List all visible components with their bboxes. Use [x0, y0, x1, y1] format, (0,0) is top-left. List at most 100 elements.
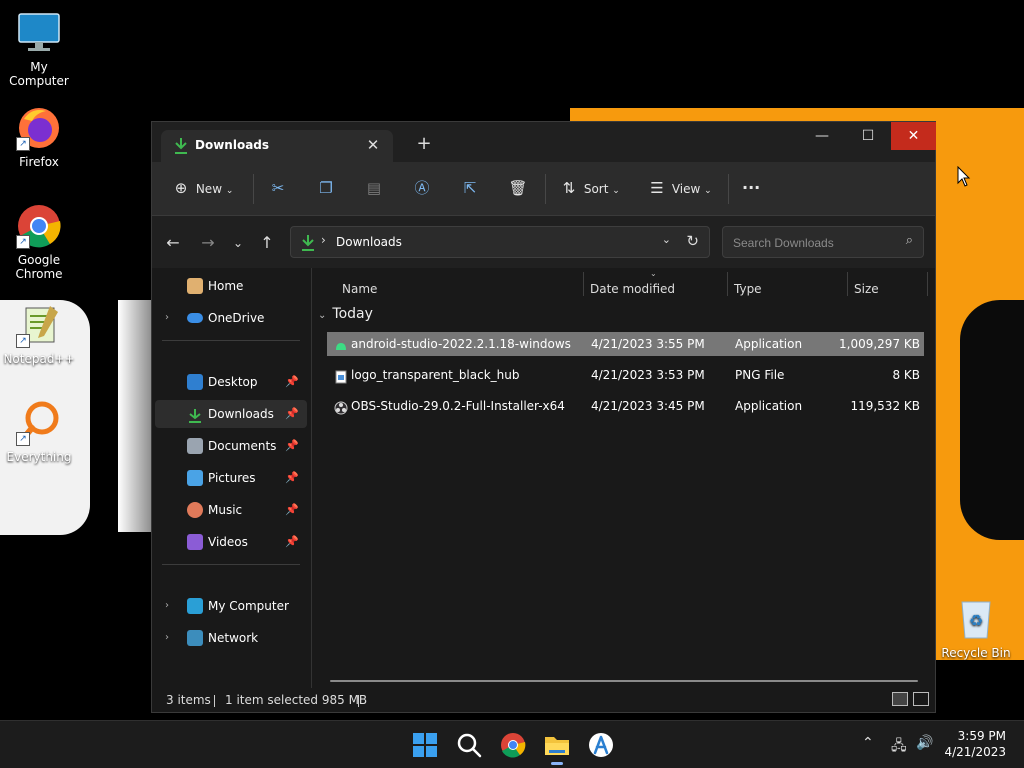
- new-tab-button[interactable]: +: [414, 134, 434, 154]
- volume-icon[interactable]: 🔊: [916, 735, 933, 751]
- view-button[interactable]: ☰ View ⌄: [646, 176, 711, 200]
- shortcut-arrow-icon: ↗: [16, 334, 30, 348]
- expand-chevron-icon[interactable]: ›: [165, 304, 169, 332]
- cut-button[interactable]: ✂: [267, 176, 289, 200]
- taskbar-search-button[interactable]: [455, 731, 483, 759]
- recycle-bin-icon: ♻: [956, 596, 996, 640]
- file-row[interactable]: OBS-Studio-29.0.2-Full-Installer-x64 4/2…: [327, 394, 924, 418]
- sort-button[interactable]: ⇅ Sort ⌄: [558, 176, 620, 200]
- videos-icon: [187, 534, 203, 550]
- file-row[interactable]: android-studio-2022.2.1.18-windows 4/21/…: [327, 332, 924, 356]
- arrow-left-icon: ←: [166, 233, 180, 252]
- close-window-button[interactable]: ✕: [891, 122, 936, 150]
- sidebar-item-my-computer[interactable]: › My Computer: [155, 592, 307, 620]
- sidebar-item-music[interactable]: Music 📌: [155, 496, 307, 524]
- column-divider[interactable]: [583, 272, 584, 296]
- file-type: Application: [735, 399, 803, 413]
- desktop-icon-everything[interactable]: ↗ Everything: [0, 400, 78, 464]
- horizontal-scrollbar[interactable]: [330, 680, 918, 682]
- sidebar-item-label: Documents: [208, 439, 277, 453]
- search-input[interactable]: [731, 234, 895, 252]
- desktop-folder-icon: [187, 374, 203, 390]
- taskbar-chrome[interactable]: [499, 731, 527, 759]
- sidebar-item-network[interactable]: › Network: [155, 624, 307, 652]
- document-icon: [187, 438, 203, 454]
- search-box[interactable]: ⌕: [722, 226, 924, 258]
- toolbar-divider: [728, 174, 729, 204]
- see-more-button[interactable]: ···: [742, 176, 760, 200]
- desktop-icon-notepadpp[interactable]: ↗ Notepad++: [0, 302, 78, 366]
- network-status-icon[interactable]: 🖧: [891, 735, 907, 759]
- delete-button[interactable]: 🗑: [507, 176, 529, 200]
- taskbar-app-store[interactable]: [587, 731, 615, 759]
- up-button[interactable]: ↑: [256, 232, 278, 254]
- sidebar-item-desktop[interactable]: Desktop 📌: [155, 368, 307, 396]
- recent-locations-button[interactable]: ⌄: [227, 232, 249, 254]
- shortcut-arrow-icon: ↗: [16, 432, 30, 446]
- column-divider[interactable]: [727, 272, 728, 296]
- tiles-view-button[interactable]: [913, 692, 929, 706]
- command-bar: ⊕ New ⌄ ✂ ❐ ▤ Ⓐ ⇱ 🗑 ⇅ Sort ⌄ ☰ View ⌄ ··…: [152, 162, 935, 216]
- address-history-dropdown[interactable]: ⌄: [662, 233, 671, 246]
- breadcrumb-downloads[interactable]: Downloads: [336, 235, 402, 249]
- column-divider[interactable]: [927, 272, 928, 296]
- desktop-icon-chrome[interactable]: ↗ Google Chrome: [0, 203, 78, 281]
- sort-indicator-icon: ⌄: [650, 269, 657, 278]
- tab-close-button[interactable]: ✕: [363, 135, 383, 155]
- sidebar-item-home[interactable]: Home: [155, 272, 307, 300]
- rename-button[interactable]: Ⓐ: [411, 176, 433, 200]
- paste-button[interactable]: ▤: [363, 176, 385, 200]
- details-view-button[interactable]: [892, 692, 908, 706]
- file-explorer-window: Downloads ✕ + — ☐ ✕ ⊕ New ⌄ ✂ ❐ ▤ Ⓐ ⇱ 🗑 …: [151, 121, 936, 713]
- wallpaper-gradient-bar: [118, 300, 152, 532]
- desktop-icon-firefox[interactable]: ↗ Firefox: [0, 105, 78, 169]
- sidebar-item-label: My Computer: [208, 599, 289, 613]
- minimize-button[interactable]: —: [799, 122, 845, 150]
- file-type: Application: [735, 337, 803, 351]
- toolbar-divider: [545, 174, 546, 204]
- column-header-name[interactable]: Name: [342, 282, 377, 296]
- system-clock[interactable]: 3:59 PM 4/21/2023: [944, 728, 1006, 760]
- group-header-today[interactable]: ⌄ Today: [318, 306, 373, 322]
- file-row[interactable]: logo_transparent_black_hub 4/21/2023 3:5…: [327, 363, 924, 387]
- file-name: logo_transparent_black_hub: [351, 368, 520, 382]
- show-hidden-icons-button[interactable]: ⌃: [862, 735, 874, 751]
- new-button[interactable]: ⊕ New ⌄: [170, 176, 234, 200]
- start-button[interactable]: [411, 731, 439, 759]
- expand-chevron-icon[interactable]: ›: [165, 592, 169, 620]
- desktop-icon-label: My Computer: [9, 60, 69, 88]
- forward-button[interactable]: →: [197, 232, 219, 254]
- sidebar-item-pictures[interactable]: Pictures 📌: [155, 464, 307, 492]
- desktop-icon-recycle-bin[interactable]: ♻ Recycle Bin: [940, 596, 1012, 660]
- sidebar-item-videos[interactable]: Videos 📌: [155, 528, 307, 556]
- column-header-size[interactable]: Size: [854, 282, 879, 296]
- cloud-icon: [187, 313, 203, 323]
- pin-icon: 📌: [285, 375, 299, 388]
- chevron-down-icon: ⌄: [612, 186, 620, 196]
- plus-circle-icon: ⊕: [174, 179, 188, 197]
- chrome-icon: [501, 733, 526, 758]
- sidebar-item-documents[interactable]: Documents 📌: [155, 432, 307, 460]
- column-header-type[interactable]: Type: [734, 282, 762, 296]
- status-divider: [214, 695, 215, 707]
- refresh-icon[interactable]: ↻: [686, 232, 699, 250]
- tab-downloads[interactable]: Downloads ✕: [161, 130, 393, 162]
- expand-chevron-icon[interactable]: ›: [165, 624, 169, 652]
- share-button[interactable]: ⇱: [459, 176, 481, 200]
- sidebar-item-downloads[interactable]: Downloads 📌: [155, 400, 307, 428]
- sidebar-item-onedrive[interactable]: › OneDrive: [155, 304, 307, 332]
- file-name: OBS-Studio-29.0.2-Full-Installer-x64: [351, 399, 565, 413]
- pin-icon: 📌: [285, 535, 299, 548]
- address-bar[interactable]: › Downloads ⌄ ↻: [290, 226, 710, 258]
- desktop-icon-my-computer[interactable]: My Computer: [0, 10, 78, 88]
- copy-button[interactable]: ❐: [315, 176, 337, 200]
- maximize-button[interactable]: ☐: [845, 122, 891, 150]
- sort-label: Sort: [583, 182, 609, 196]
- taskbar-file-explorer[interactable]: [543, 731, 571, 765]
- back-button[interactable]: ←: [162, 232, 184, 254]
- file-list-pane: Name ⌄ Date modified Type Size ⌄ Today an…: [312, 268, 935, 688]
- column-header-date[interactable]: Date modified: [590, 282, 675, 296]
- title-bar: Downloads ✕ + — ☐ ✕: [152, 122, 936, 162]
- column-divider[interactable]: [847, 272, 848, 296]
- monitor-icon: [187, 598, 203, 614]
